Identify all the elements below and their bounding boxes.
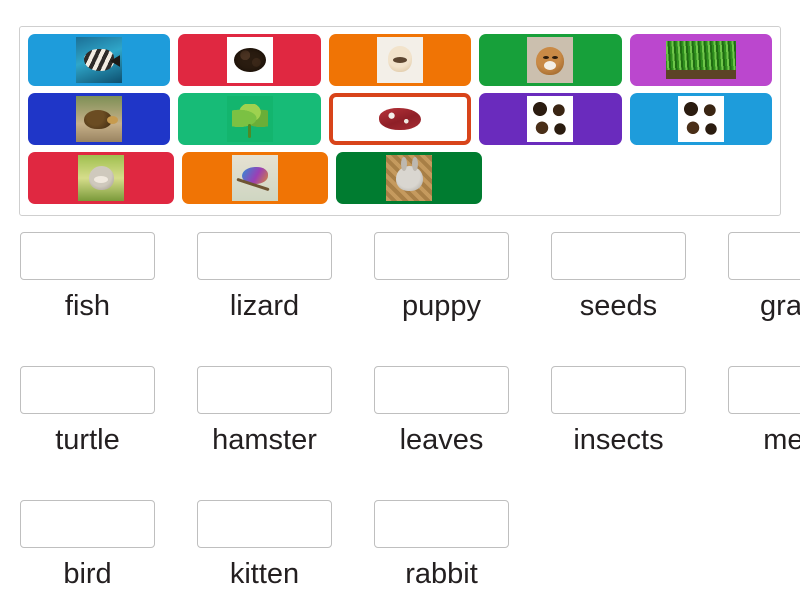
tile-turtle[interactable]	[28, 93, 171, 145]
drop-box-kitten[interactable]	[197, 500, 332, 548]
answer-cell-leaves: leaves	[374, 366, 509, 457]
puppy-photo	[377, 37, 424, 83]
answer-label-turtle: turtle	[55, 424, 120, 456]
answer-label-insects: insects	[573, 424, 664, 456]
tile-row	[28, 34, 773, 86]
tile-rabbit[interactable]	[336, 152, 482, 204]
answer-cell-hamster: hamster	[197, 366, 332, 457]
answer-label-hamster: hamster	[212, 424, 317, 456]
answer-label-bird: bird	[63, 558, 112, 590]
tile-row	[28, 93, 772, 145]
answer-label-seeds: seeds	[579, 290, 658, 322]
answer-label-fish: fish	[64, 290, 111, 322]
drop-box-fish[interactable]	[20, 232, 155, 280]
drop-box-rabbit[interactable]	[374, 500, 509, 548]
raw-meat-photo	[370, 102, 430, 136]
angelfish-photo	[76, 37, 123, 83]
tile-insects[interactable]	[479, 93, 622, 145]
tile-kitten[interactable]	[28, 152, 174, 204]
answer-label-leaves: leaves	[399, 424, 484, 456]
rabbit-photo	[386, 155, 432, 201]
drop-box-lizard[interactable]	[197, 232, 332, 280]
drop-box-meat[interactable]	[728, 366, 800, 414]
answer-cell-meat: meat	[728, 366, 800, 457]
answer-cell-seeds: seeds	[551, 232, 686, 323]
answer-row: turtle hamster leaves insects meat	[20, 366, 800, 457]
answer-cell-turtle: turtle	[20, 366, 155, 457]
tile-row	[28, 152, 772, 204]
answer-cell-lizard: lizard	[197, 232, 332, 323]
tile-bank	[19, 26, 781, 216]
drop-box-hamster[interactable]	[197, 366, 332, 414]
answer-label-kitten: kitten	[229, 558, 300, 590]
drop-box-puppy[interactable]	[374, 232, 509, 280]
hamster-photo	[527, 37, 574, 83]
tile-grass[interactable]	[629, 34, 773, 86]
insects-photo	[527, 96, 574, 142]
answer-cell-bird: bird	[20, 500, 155, 591]
insects-collage-photo	[677, 96, 724, 142]
grass-photo	[665, 41, 736, 79]
tile-seeds[interactable]	[178, 34, 321, 86]
tile-puppy[interactable]	[328, 34, 472, 86]
seed-pile-photo	[226, 37, 273, 83]
kitten-photo	[78, 155, 124, 201]
answer-label-puppy: puppy	[401, 290, 481, 322]
drop-box-turtle[interactable]	[20, 366, 155, 414]
answer-cell-rabbit: rabbit	[374, 500, 509, 591]
answer-cell-puppy: puppy	[374, 232, 509, 323]
drop-box-insects[interactable]	[551, 366, 686, 414]
answer-label-rabbit: rabbit	[405, 558, 478, 590]
answer-row: bird kitten rabbit	[20, 500, 780, 591]
colorful-bird-photo	[232, 155, 278, 201]
answer-row: fish lizard puppy seeds grass	[20, 232, 800, 323]
tile-bugs[interactable]	[629, 93, 772, 145]
answer-cell-kitten: kitten	[197, 500, 332, 591]
answer-grid: fish lizard puppy seeds grass turtle ham…	[20, 232, 800, 591]
drop-box-grass[interactable]	[728, 232, 800, 280]
answer-cell-fish: fish	[20, 232, 155, 323]
drop-box-leaves[interactable]	[374, 366, 509, 414]
answer-label-meat: meat	[763, 424, 800, 456]
answer-label-grass: grass	[760, 290, 800, 322]
turtle-photo	[76, 96, 123, 142]
answer-cell-insects: insects	[551, 366, 686, 457]
tile-leaves[interactable]	[178, 93, 321, 145]
tile-fish[interactable]	[28, 34, 171, 86]
tile-bird[interactable]	[182, 152, 328, 204]
answer-cell-grass: grass	[728, 232, 800, 323]
tile-meat[interactable]	[328, 93, 472, 145]
answer-label-lizard: lizard	[229, 290, 300, 322]
tile-hamster[interactable]	[479, 34, 622, 86]
drop-box-bird[interactable]	[20, 500, 155, 548]
green-leaves-photo	[226, 96, 273, 142]
drop-box-seeds[interactable]	[551, 232, 686, 280]
